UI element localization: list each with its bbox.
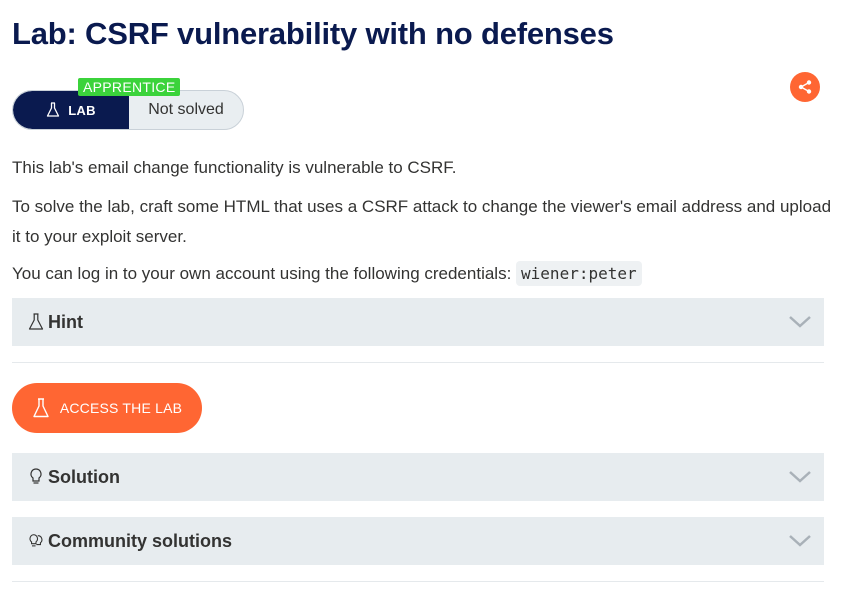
- solution-accordion[interactable]: Solution: [12, 453, 824, 501]
- flask-icon: [28, 312, 44, 332]
- access-lab-button[interactable]: ACCESS THE LAB: [12, 383, 202, 433]
- page-title: Lab: CSRF vulnerability with no defenses: [12, 16, 614, 51]
- description-task: To solve the lab, craft some HTML that u…: [12, 197, 832, 246]
- hint-label: Hint: [48, 311, 83, 332]
- share-button[interactable]: [790, 72, 820, 102]
- chevron-down-icon[interactable]: [788, 467, 812, 487]
- description-credentials: You can log in to your own account using…: [12, 259, 832, 289]
- divider: [12, 581, 824, 582]
- credentials-code: wiener:peter: [516, 261, 642, 286]
- community-solutions-label: Community solutions: [48, 530, 232, 551]
- chevron-down-icon[interactable]: [788, 312, 812, 332]
- community-solutions-accordion[interactable]: Community solutions: [12, 517, 824, 565]
- solution-label: Solution: [48, 466, 120, 487]
- level-badge: APPRENTICE: [78, 78, 181, 96]
- divider: [12, 362, 824, 363]
- chevron-down-icon[interactable]: [788, 531, 812, 551]
- lab-label: LAB: [68, 102, 96, 118]
- lab-label-segment: LAB: [13, 91, 129, 129]
- solved-status: Not solved: [148, 101, 224, 118]
- lab-status-widget: LAB Not solved: [12, 90, 244, 130]
- credentials-text: You can log in to your own account using…: [12, 264, 517, 283]
- hint-accordion[interactable]: Hint: [12, 298, 824, 346]
- lab-page: Lab: CSRF vulnerability with no defenses…: [0, 0, 853, 602]
- lightbulbs-icon: [28, 531, 44, 551]
- access-lab-label: ACCESS THE LAB: [59, 400, 183, 416]
- lightbulb-icon: [28, 467, 44, 487]
- description-intro: This lab's email change functionality is…: [12, 158, 457, 177]
- share-icon: [798, 80, 812, 94]
- flask-icon: [47, 102, 60, 117]
- flask-icon: [33, 398, 49, 418]
